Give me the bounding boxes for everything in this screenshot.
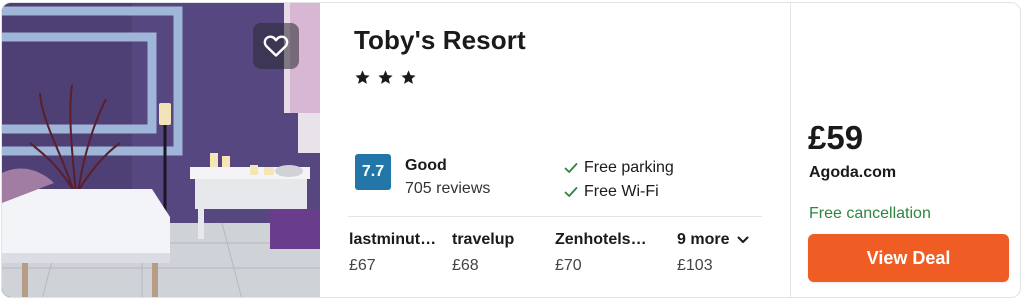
check-icon	[564, 163, 578, 173]
deal-panel: £59 Agoda.com Free cancellation View Dea…	[790, 3, 1020, 297]
hotel-card: Toby's Resort 7.7 Good 705 reviews Free …	[1, 2, 1021, 298]
more-offers-label: 9 more	[677, 231, 730, 248]
offer-zenhotels[interactable]: Zenhotels.com £70	[555, 231, 649, 275]
star-icon	[355, 70, 370, 84]
offer-provider: lastminute.com	[349, 231, 443, 248]
amenity-free-wifi: Free Wi-Fi	[564, 183, 659, 201]
more-offers-toggle[interactable]: 9 more £103	[677, 231, 749, 275]
amenity-free-parking: Free parking	[564, 159, 674, 177]
rating-score-badge: 7.7	[355, 154, 391, 190]
star-icon	[401, 70, 416, 84]
favorite-button[interactable]	[253, 23, 299, 69]
chevron-down-icon	[737, 236, 749, 243]
offer-travelup[interactable]: travelup £68	[452, 231, 546, 275]
hotel-photo[interactable]	[2, 3, 320, 297]
offer-price: £103	[677, 257, 713, 274]
check-icon	[564, 187, 578, 197]
amenity-label: Free parking	[584, 159, 674, 176]
offer-provider: travelup	[452, 231, 515, 248]
offer-provider: Zenhotels.com	[555, 231, 649, 248]
divider	[348, 216, 762, 217]
amenity-label: Free Wi-Fi	[584, 183, 659, 200]
star-icon	[378, 70, 393, 84]
offer-price: £70	[555, 257, 582, 274]
offer-price: £67	[349, 257, 376, 274]
hotel-info: Toby's Resort 7.7 Good 705 reviews Free …	[320, 3, 790, 297]
review-count-link[interactable]: 705 reviews	[405, 180, 490, 198]
view-deal-button[interactable]: View Deal	[808, 234, 1009, 282]
rating-label: Good	[405, 157, 447, 174]
hotel-name[interactable]: Toby's Resort	[354, 25, 526, 56]
offer-lastminute[interactable]: lastminute.com £67	[349, 231, 443, 275]
deal-price: £59	[808, 119, 864, 156]
free-cancellation-label: Free cancellation	[809, 205, 931, 222]
deal-provider: Agoda.com	[809, 164, 897, 181]
offer-price: £68	[452, 257, 479, 274]
star-rating	[354, 69, 417, 86]
heart-outline-icon	[263, 35, 289, 57]
